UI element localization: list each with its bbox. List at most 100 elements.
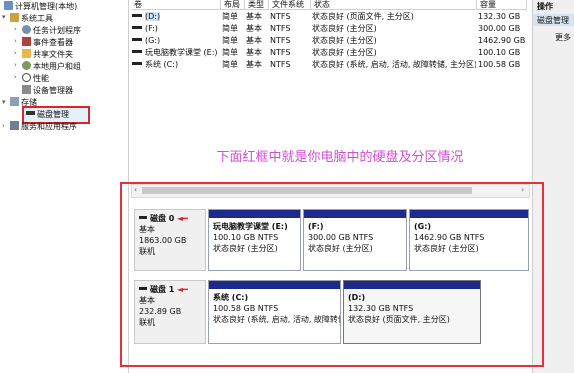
scroll-thumb[interactable] bbox=[142, 187, 472, 194]
volume-cell: (D:) bbox=[132, 12, 220, 22]
volume-list: 卷 布局 类型 文件系统 状态 容量 (D:) 简单 基本 NTFS 状态良好 … bbox=[129, 0, 530, 74]
expand-arrow-icon[interactable]: › bbox=[14, 25, 17, 33]
partition-name: (F:) bbox=[308, 222, 324, 231]
clock-icon bbox=[22, 25, 31, 34]
expand-arrow-icon[interactable]: › bbox=[2, 122, 5, 130]
column-header-volume[interactable]: 卷 bbox=[131, 0, 221, 10]
partition-size: 132.30 GB NTFS bbox=[348, 304, 414, 313]
red-arrow-icon: ◄━ bbox=[176, 214, 188, 223]
disk-1-label[interactable]: 磁盘 1 ◄━ 基本 232.89 GB 联机 bbox=[134, 280, 206, 344]
annotation-text: 下面红框中就是你电脑中的硬盘及分区情况 bbox=[216, 150, 464, 165]
action-more[interactable]: 更多 bbox=[555, 32, 571, 43]
filesystem-cell: NTFS bbox=[270, 48, 291, 57]
expand-arrow-icon[interactable]: › bbox=[14, 61, 17, 69]
tree-node-computer-management[interactable]: 计算机管理(本地) bbox=[4, 1, 77, 12]
column-header-filesystem[interactable]: 文件系统 bbox=[269, 0, 311, 10]
disk-0-size: 1863.00 GB bbox=[139, 236, 187, 245]
expand-arrow-icon[interactable]: › bbox=[14, 37, 17, 45]
partition-status: 状态良好 (主分区) bbox=[308, 244, 373, 253]
table-row[interactable]: (G:) 简单 基本 NTFS 状态良好 (主分区) 1462.90 GB bbox=[129, 36, 529, 47]
disk-icon bbox=[26, 111, 35, 115]
tree-node-local-users[interactable]: 本地用户和组 bbox=[22, 61, 81, 72]
layout-cell: 简单 bbox=[222, 24, 238, 33]
volume-cell: 玩电脑教学课堂 (E:) bbox=[132, 48, 220, 58]
table-row[interactable]: (F:) 简单 基本 NTFS 状态良好 (主分区) 300.00 GB bbox=[129, 24, 529, 35]
services-icon bbox=[10, 121, 19, 130]
partition-status: 状态良好 (主分区) bbox=[213, 244, 278, 253]
table-row[interactable]: (D:) 简单 基本 NTFS 状态良好 (页面文件, 主分区) 132.30 … bbox=[129, 12, 529, 23]
column-header-capacity[interactable]: 容量 bbox=[477, 0, 527, 10]
table-row[interactable]: 系统 (C:) 简单 基本 NTFS 状态良好 (系统, 启动, 活动, 故障转… bbox=[129, 60, 529, 71]
status-cell: 状态良好 (页面文件, 主分区) bbox=[312, 12, 414, 21]
tree-node-event-viewer[interactable]: 事件查看器 bbox=[22, 37, 73, 48]
volume-icon bbox=[132, 62, 142, 65]
status-cell: 状态良好 (主分区) bbox=[312, 24, 377, 33]
capacity-cell: 100.58 GB bbox=[478, 60, 521, 69]
collapse-arrow-icon[interactable]: ▾ bbox=[2, 98, 6, 106]
volume-cell: 系统 (C:) bbox=[132, 60, 220, 70]
disk-0-type: 基本 bbox=[139, 225, 155, 234]
actions-title: 操作 bbox=[537, 2, 553, 11]
tree-node-performance[interactable]: 性能 bbox=[22, 73, 49, 84]
tree-node-device-manager[interactable]: 设备管理器 bbox=[22, 85, 73, 96]
red-arrow-icon: ◄━ bbox=[176, 285, 188, 294]
capacity-cell: 100.10 GB bbox=[478, 48, 521, 57]
volume-icon bbox=[132, 38, 142, 41]
partition-cap bbox=[209, 210, 300, 218]
disk-0-label[interactable]: 磁盘 0 ◄━ 基本 1863.00 GB 联机 bbox=[134, 209, 206, 271]
partition-f[interactable]: (F:) 300.00 GB NTFS 状态良好 (主分区) bbox=[303, 209, 407, 271]
capacity-cell: 300.00 GB bbox=[478, 24, 521, 33]
tree-node-services[interactable]: 服务和应用程序 bbox=[10, 121, 77, 132]
volume-cell: (F:) bbox=[132, 24, 220, 34]
disk-1-type: 基本 bbox=[139, 296, 155, 305]
shared-folder-icon bbox=[22, 49, 31, 58]
partition-status: 状态良好 (主分区) bbox=[414, 244, 479, 253]
computer-icon bbox=[4, 1, 13, 10]
tree-node-task-scheduler[interactable]: 任务计划程序 bbox=[22, 25, 81, 36]
filesystem-cell: NTFS bbox=[270, 12, 291, 21]
partition-cap bbox=[344, 281, 480, 289]
type-cell: 基本 bbox=[246, 12, 262, 21]
partition-g[interactable]: (G:) 1462.90 GB NTFS 状态良好 (主分区) bbox=[409, 209, 529, 271]
type-cell: 基本 bbox=[246, 48, 262, 57]
column-header-layout[interactable]: 布局 bbox=[221, 0, 245, 10]
partition-c[interactable]: 系统 (C:) 100.58 GB NTFS 状态良好 (系统, 启动, 活动,… bbox=[208, 280, 341, 344]
action-disk-management[interactable]: 磁盘管理 bbox=[533, 14, 574, 26]
users-icon bbox=[22, 61, 31, 70]
volume-icon bbox=[132, 14, 142, 17]
collapse-arrow-icon[interactable]: ▾ bbox=[2, 13, 6, 21]
tree-node-system-tools[interactable]: 系统工具 bbox=[10, 13, 53, 24]
layout-cell: 简单 bbox=[222, 48, 238, 57]
horizontal-scrollbar[interactable]: ‹ › bbox=[131, 184, 530, 198]
partition-d[interactable]: (D:) 132.30 GB NTFS 状态良好 (页面文件, 主分区) bbox=[343, 280, 481, 344]
partition-name: 系统 (C:) bbox=[213, 293, 249, 302]
expand-arrow-icon[interactable]: › bbox=[14, 49, 17, 57]
scroll-left-icon[interactable]: ‹ bbox=[134, 185, 137, 194]
volume-cell: (G:) bbox=[132, 36, 220, 46]
tree-node-shared-folders[interactable]: 共享文件夹 bbox=[22, 49, 73, 60]
status-cell: 状态良好 (系统, 启动, 活动, 故障转储, 主分区) bbox=[312, 60, 476, 69]
disk-1-state: 联机 bbox=[139, 318, 155, 327]
layout-cell: 简单 bbox=[222, 12, 238, 21]
filesystem-cell: NTFS bbox=[270, 60, 291, 69]
partition-cap bbox=[410, 210, 528, 218]
column-header-status[interactable]: 状态 bbox=[311, 0, 477, 10]
device-manager-icon bbox=[22, 85, 31, 94]
layout-cell: 简单 bbox=[222, 36, 238, 45]
storage-icon bbox=[10, 97, 19, 106]
performance-icon bbox=[22, 73, 31, 82]
partition-cap bbox=[304, 210, 406, 218]
filesystem-cell: NTFS bbox=[270, 36, 291, 45]
type-cell: 基本 bbox=[246, 60, 262, 69]
disk-1-name: 磁盘 1 bbox=[150, 285, 175, 294]
partition-size: 100.58 GB NTFS bbox=[213, 304, 279, 313]
scroll-right-icon[interactable]: › bbox=[521, 185, 524, 194]
table-row[interactable]: 玩电脑教学课堂 (E:) 简单 基本 NTFS 状态良好 (主分区) 100.1… bbox=[129, 48, 529, 59]
column-header-type[interactable]: 类型 bbox=[245, 0, 269, 10]
partition-name: (G:) bbox=[414, 222, 432, 231]
partition-name: (D:) bbox=[348, 293, 366, 302]
partition-e[interactable]: 玩电脑教学课堂 (E:) 100.10 GB NTFS 状态良好 (主分区) bbox=[208, 209, 301, 271]
layout-cell: 简单 bbox=[222, 60, 238, 69]
expand-arrow-icon[interactable]: › bbox=[14, 73, 17, 81]
type-cell: 基本 bbox=[246, 24, 262, 33]
